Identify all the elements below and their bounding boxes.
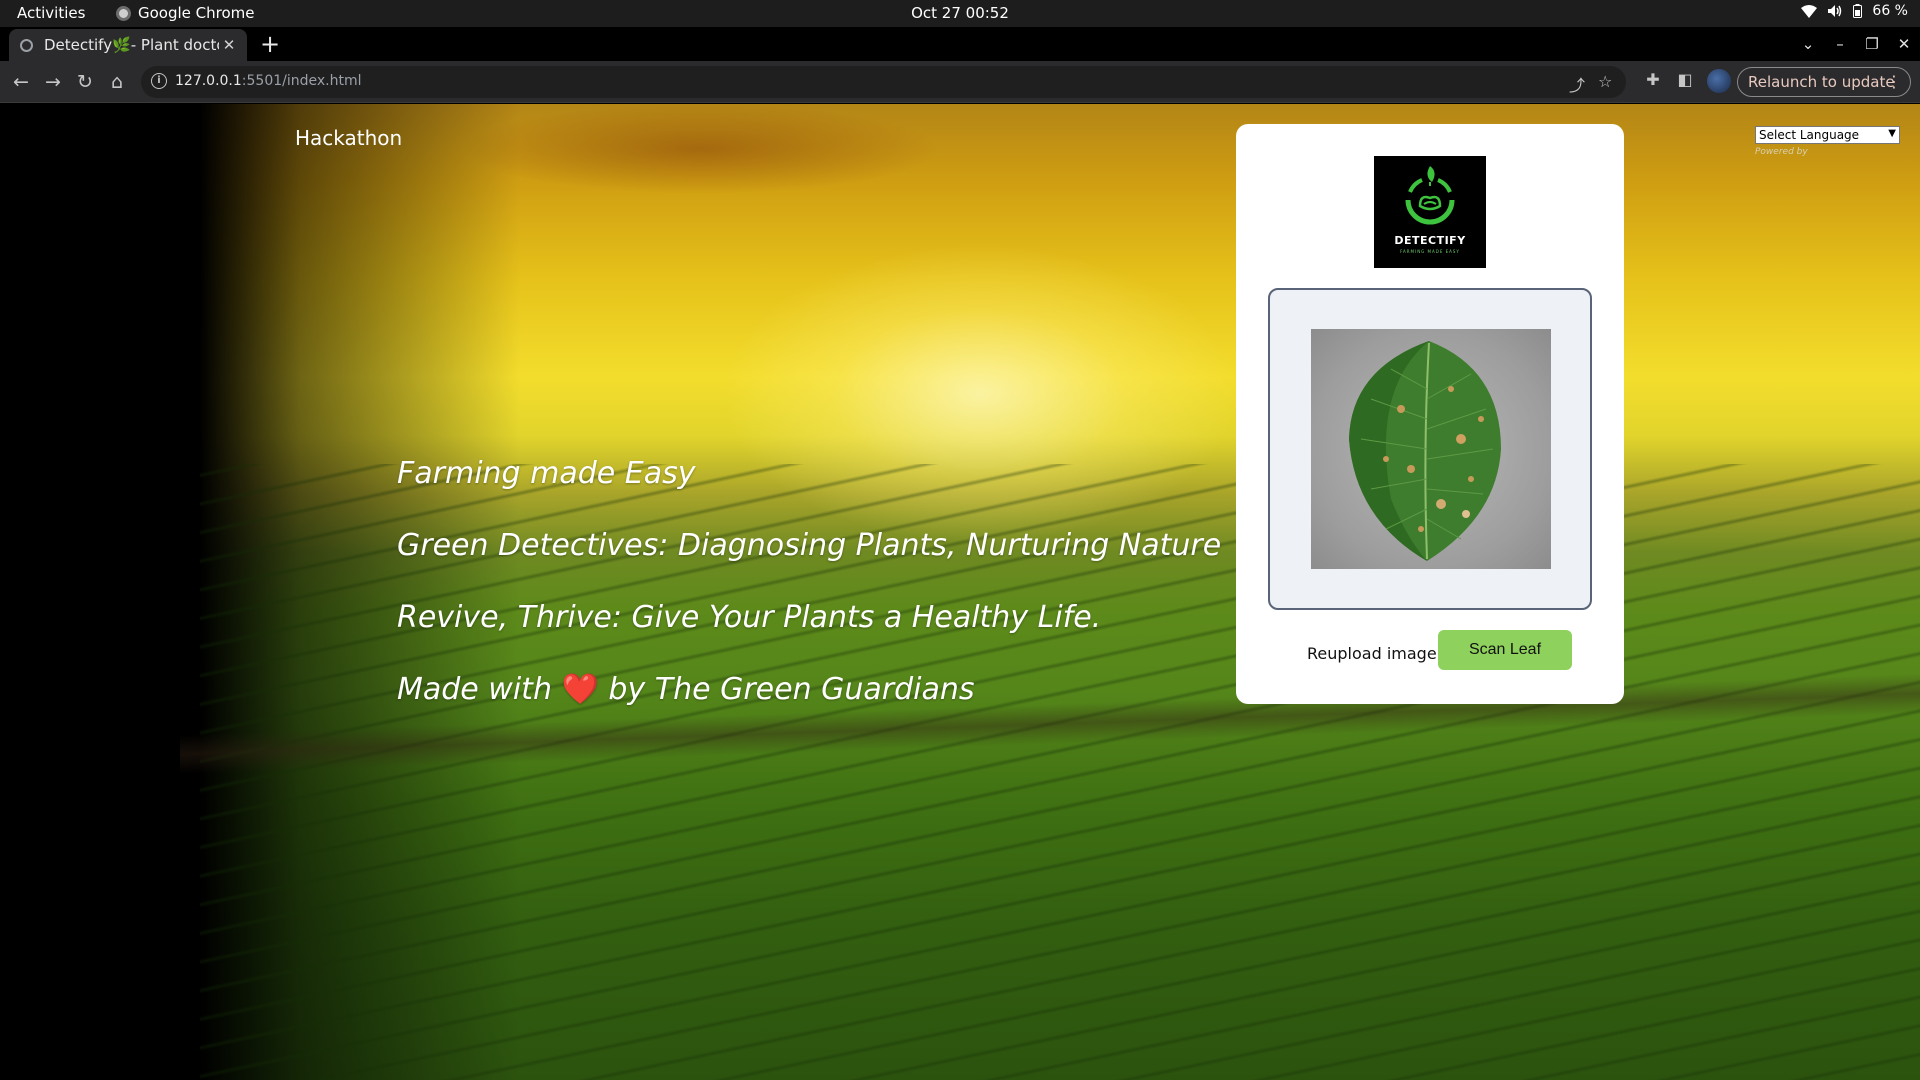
- credit-prefix: Made with: [397, 672, 552, 707]
- wifi-icon: [1801, 5, 1818, 18]
- window-controls: ⌄ – ❐ ✕: [1792, 27, 1920, 61]
- background-cloud: [460, 104, 940, 194]
- share-icon[interactable]: ⤴: [1569, 72, 1585, 96]
- detectify-logo: DETECTIFY FARMING MADE EASY: [1374, 156, 1486, 268]
- tab-title: Detectify🌿- Plant doctor: [44, 36, 219, 54]
- credit-suffix: by The Green Guardians: [608, 672, 975, 707]
- tagline: Green Detectives: Diagnosing Plants, Nur…: [397, 528, 1222, 563]
- address-bar[interactable]: i 127.0.0.1:5501/index.html ⤴ ☆: [141, 66, 1626, 98]
- brand-title[interactable]: Hackathon: [295, 126, 402, 150]
- chevron-down-icon: ▼: [1888, 128, 1896, 139]
- forward-icon[interactable]: →: [41, 70, 65, 94]
- tagline: Revive, Thrive: Give Your Plants a Healt…: [397, 600, 1102, 635]
- clock[interactable]: Oct 27 00:52: [0, 4, 1920, 22]
- system-tray[interactable]: 66 %: [1801, 3, 1908, 19]
- page-viewport: Hackathon Farming made Easy Green Detect…: [0, 104, 1920, 1080]
- browser-toolbar: ← → ↻ ⌂ i 127.0.0.1:5501/index.html ⤴ ☆ …: [0, 61, 1920, 103]
- logo-text: DETECTIFY: [1394, 234, 1466, 247]
- system-top-bar: Activities Google Chrome Oct 27 00:52 66…: [0, 0, 1920, 27]
- tab-strip: Detectify🌿- Plant doctor ✕ + ⌄ – ❐ ✕: [0, 27, 1920, 61]
- side-panel-icon[interactable]: ◧: [1674, 70, 1696, 92]
- relaunch-label: Relaunch to update: [1748, 73, 1895, 91]
- language-select[interactable]: Select Language ▼: [1755, 126, 1900, 144]
- reupload-image-link[interactable]: Reupload image: [1307, 644, 1437, 663]
- language-select-value: Select Language: [1759, 128, 1860, 142]
- url-text[interactable]: 127.0.0.1:5501/index.html: [175, 73, 362, 89]
- scan-leaf-button[interactable]: Scan Leaf: [1438, 630, 1572, 670]
- back-icon[interactable]: ←: [9, 70, 33, 94]
- logo-subtext: FARMING MADE EASY: [1400, 249, 1460, 254]
- app-name: Google Chrome: [138, 4, 255, 22]
- profile-avatar[interactable]: [1707, 69, 1731, 93]
- battery-percent: 66 %: [1872, 3, 1908, 19]
- leaf-logo-icon: [1405, 166, 1455, 225]
- bookmark-star-icon[interactable]: ☆: [1598, 72, 1612, 91]
- globe-icon: [20, 38, 33, 52]
- chrome-icon: [116, 5, 131, 21]
- app-menu[interactable]: Google Chrome: [116, 4, 255, 22]
- site-info-icon[interactable]: i: [151, 73, 167, 89]
- browser-tab[interactable]: Detectify🌿- Plant doctor ✕: [9, 29, 247, 61]
- heart-icon: ❤️: [561, 672, 599, 707]
- maximize-icon[interactable]: ❐: [1856, 35, 1888, 53]
- new-tab-button[interactable]: +: [260, 30, 280, 58]
- more-menu-icon[interactable]: ⋮: [1886, 72, 1902, 91]
- hero-text: Farming made Easy Green Detectives: Diag…: [397, 456, 1221, 744]
- close-tab-icon[interactable]: ✕: [219, 36, 239, 54]
- minimize-icon[interactable]: –: [1824, 35, 1856, 53]
- upload-card: DETECTIFY FARMING MADE EASY Reupload ima…: [1236, 124, 1624, 704]
- credit-line: Made with ❤️ by The Green Guardians: [397, 672, 1221, 744]
- activities-button[interactable]: Activities: [17, 4, 85, 22]
- image-preview-box[interactable]: [1268, 288, 1592, 610]
- home-icon[interactable]: ⌂: [105, 70, 129, 94]
- volume-icon: [1827, 4, 1843, 18]
- reload-icon[interactable]: ↻: [73, 70, 97, 94]
- uploaded-leaf-image: [1311, 329, 1551, 569]
- battery-icon: [1853, 4, 1863, 18]
- tagline: Farming made Easy: [397, 456, 696, 491]
- close-window-icon[interactable]: ✕: [1888, 35, 1920, 53]
- extensions-icon[interactable]: ✚: [1642, 70, 1664, 92]
- powered-by-text: Powered by: [1755, 147, 1808, 157]
- relaunch-button[interactable]: Relaunch to update ⋮: [1737, 67, 1911, 97]
- tab-search-icon[interactable]: ⌄: [1792, 35, 1824, 53]
